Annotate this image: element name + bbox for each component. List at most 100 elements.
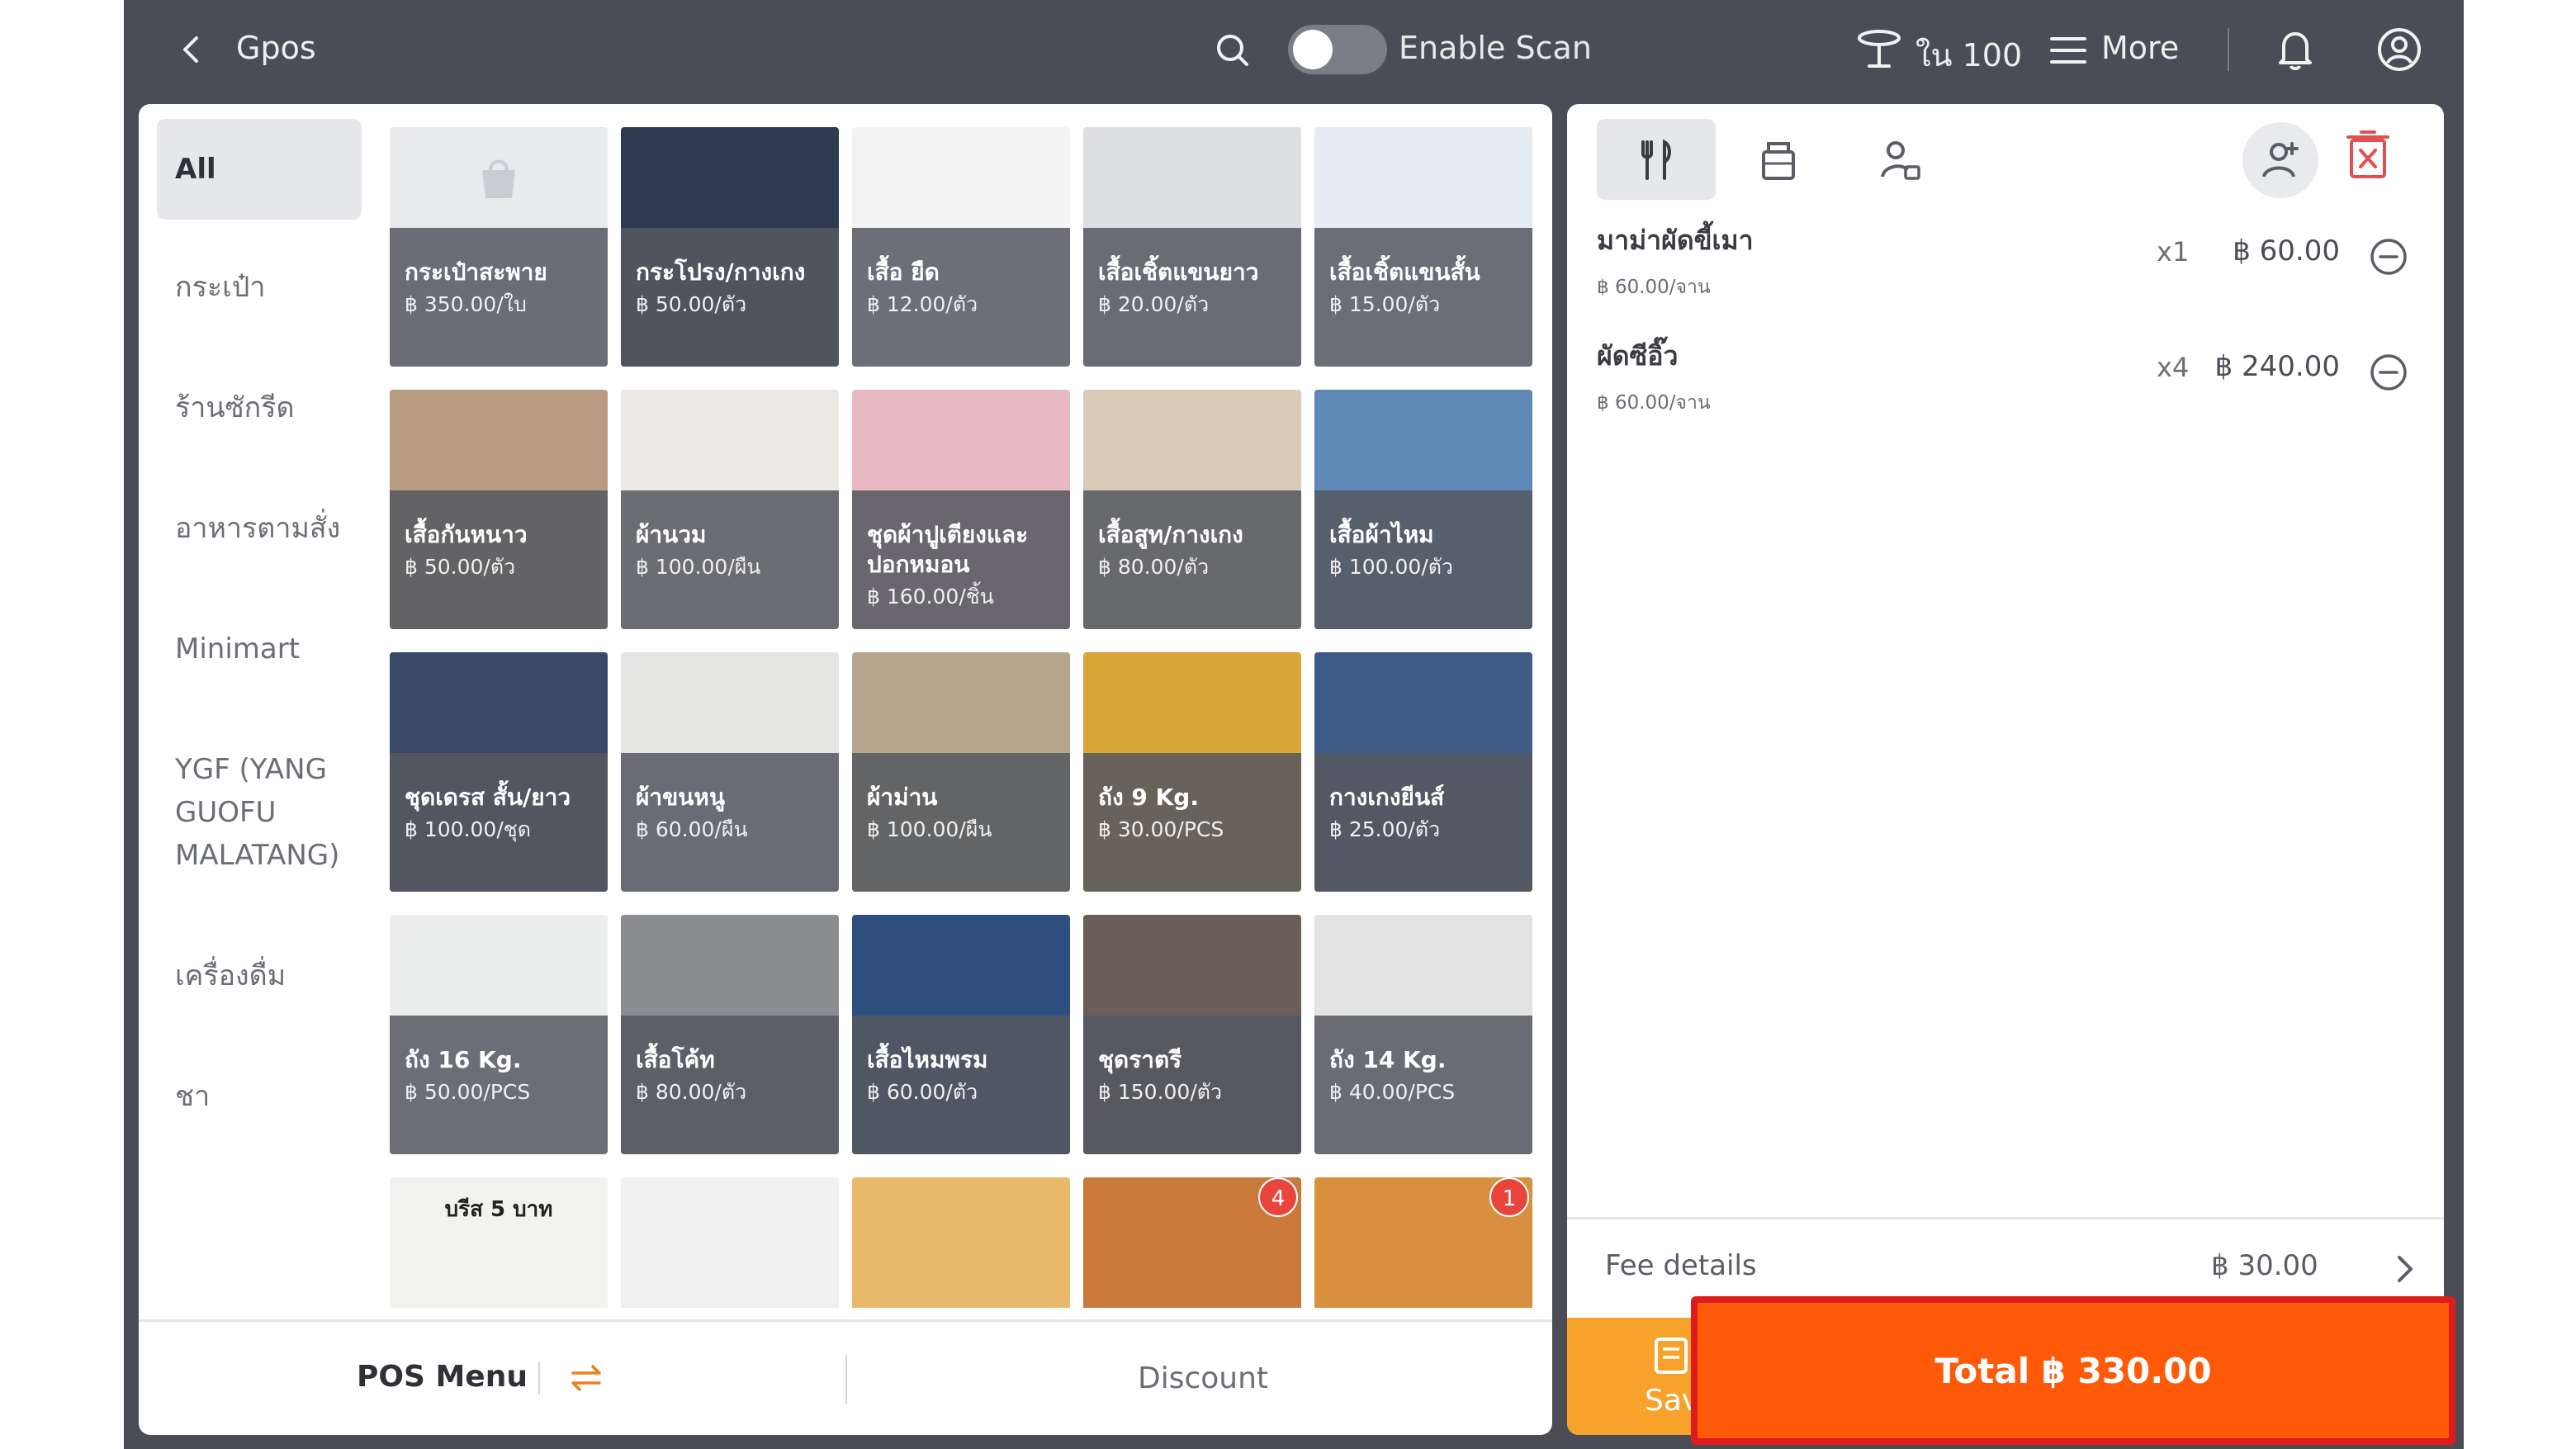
category-item[interactable]: Minimart xyxy=(157,627,362,670)
fork-knife-icon xyxy=(1641,139,1671,180)
add-customer-button[interactable] xyxy=(2242,122,2318,198)
item-quantity: x4 xyxy=(2157,352,2190,383)
product-name: เสื้อโค้ท xyxy=(636,1046,715,1073)
enable-scan-toggle[interactable] xyxy=(1288,25,1387,74)
bell-icon[interactable] xyxy=(2274,26,2317,73)
product-price: ฿ 150.00/ตัว xyxy=(1098,1080,1223,1104)
product-tile[interactable]: ถัง 16 Kg. ฿ 50.00/PCS xyxy=(390,915,608,1154)
fee-label: Fee details xyxy=(1605,1249,1757,1282)
item-name: ผัดซีอิ๊ว xyxy=(1597,340,1679,372)
product-price: ฿ 100.00/ผืน xyxy=(867,817,992,841)
product-tile[interactable] xyxy=(852,1177,1070,1308)
product-info-overlay: เสื้อผ้าไหม฿ 100.00/ตัว xyxy=(1314,490,1532,629)
product-tile[interactable]: ชุดผ้าปูเตียงและปอกหมอน฿ 160.00/ชิ้น xyxy=(852,390,1070,629)
product-info-overlay: ชุดผ้าปูเตียงและปอกหมอน฿ 160.00/ชิ้น xyxy=(852,490,1070,629)
pos-menu-label[interactable]: POS Menu xyxy=(357,1360,528,1394)
category-list: All กระเป๋า ร้านซักรีด อาหารตามสั่ง Mini… xyxy=(139,104,386,1318)
product-name: กระเป๋าสะพาย xyxy=(405,258,547,286)
product-tile[interactable]: 4 xyxy=(1083,1177,1301,1308)
product-tile[interactable]: เสื้อสูท/กางเกง฿ 80.00/ตัว xyxy=(1083,390,1301,629)
product-image xyxy=(621,1177,839,1308)
top-bar: Gpos Enable Scan ใน 100 More xyxy=(124,0,2464,101)
delete-order-icon[interactable] xyxy=(2343,129,2393,182)
category-item[interactable]: กระเป๋า xyxy=(157,266,362,309)
product-tile[interactable]: 1 xyxy=(1314,1177,1532,1308)
product-tile[interactable]: กางเกงยีนส์฿ 25.00/ตัว xyxy=(1314,652,1532,892)
product-name: ผ้าม่าน xyxy=(867,784,938,811)
product-tile[interactable]: กระเป๋าสะพาย฿ 350.00/ใบ xyxy=(390,127,608,367)
quantity-badge: 1 xyxy=(1489,1177,1529,1217)
app-frame: Gpos Enable Scan ใน 100 More All กระเป๋า… xyxy=(124,0,2464,1449)
product-price: ฿ 350.00/ใบ xyxy=(405,292,527,316)
product-tile[interactable]: เสื้อไหมพรม฿ 60.00/ตัว xyxy=(852,915,1070,1154)
product-name: เสื้อกันหนาว xyxy=(405,521,528,548)
product-name: ถัง 9 Kg. xyxy=(1098,784,1199,811)
product-name: ชุดเดรส สั้น/ยาว xyxy=(405,784,571,811)
product-info-overlay: เสื้อ ยืด฿ 12.00/ตัว xyxy=(852,228,1070,367)
category-item[interactable]: เครื่องดื่ม xyxy=(157,954,362,997)
product-name: เสื้อเชิ้ตแขนสั้น xyxy=(1329,258,1480,286)
search-icon[interactable] xyxy=(1212,30,1253,71)
swap-arrows-icon[interactable] xyxy=(568,1360,604,1396)
item-unit-price: ฿ 60.00/จาน xyxy=(1597,277,1711,298)
product-info-overlay: กางเกงยีนส์฿ 25.00/ตัว xyxy=(1314,753,1532,892)
product-tile[interactable]: เสื้อกันหนาว฿ 50.00/ตัว xyxy=(390,390,608,629)
tab-takeaway[interactable] xyxy=(1719,119,1838,200)
toggle-knob xyxy=(1293,30,1333,69)
product-info-overlay: เสื้อโค้ท฿ 80.00/ตัว xyxy=(621,1016,839,1154)
product-tile[interactable]: ถัง 9 Kg. ฿ 30.00/PCS xyxy=(1083,652,1301,892)
product-tile[interactable]: เสื้อ ยืด฿ 12.00/ตัว xyxy=(852,127,1070,367)
table-label[interactable]: ใน 100 xyxy=(1915,30,2022,80)
product-tile[interactable]: เสื้อเชิ้ตแขนสั้น฿ 15.00/ตัว xyxy=(1314,127,1532,367)
category-item[interactable]: อาหารตามสั่ง xyxy=(157,507,362,550)
product-name: ชุดผ้าปูเตียงและปอกหมอน xyxy=(867,521,1029,578)
product-info-overlay: เสื้อเชิ้ตแขนสั้น฿ 15.00/ตัว xyxy=(1314,228,1532,367)
tab-dine-in[interactable] xyxy=(1597,119,1716,200)
minus-circle-icon[interactable] xyxy=(2370,238,2408,276)
product-info-overlay: ชุดเดรส สั้น/ยาว฿ 100.00/ชุด xyxy=(390,753,608,892)
takeaway-bag-icon xyxy=(1762,142,1795,180)
category-item[interactable]: ชา xyxy=(157,1075,362,1118)
menu-icon[interactable] xyxy=(2049,35,2087,66)
product-price: ฿ 100.00/ชุด xyxy=(405,817,531,841)
product-info-overlay: ผ้านวม฿ 100.00/ผืน xyxy=(621,490,839,629)
table-icon[interactable] xyxy=(1856,28,1902,71)
category-item[interactable]: YGF (YANG GUOFU MALATANG) xyxy=(157,748,362,877)
product-tile[interactable]: ถัง 14 Kg. ฿ 40.00/PCS xyxy=(1314,915,1532,1154)
product-tile[interactable]: ผ้านวม฿ 100.00/ผืน xyxy=(621,390,839,629)
order-line-item[interactable]: มาม่าผัดขี้เมา ฿ 60.00/จาน x1 ฿ 60.00 xyxy=(1597,220,2422,319)
enable-scan-label: Enable Scan xyxy=(1399,30,1592,66)
product-price: ฿ 60.00/ตัว xyxy=(867,1080,978,1104)
user-account-icon[interactable] xyxy=(2376,26,2422,73)
product-price: ฿ 12.00/ตัว xyxy=(867,292,978,316)
product-tile[interactable]: เสื้อเชิ้ตแขนยาว฿ 20.00/ตัว xyxy=(1083,127,1301,367)
total-checkout-button[interactable]: Total ฿ 330.00 xyxy=(1691,1296,2455,1445)
product-tile[interactable]: ชุดเดรส สั้น/ยาว฿ 100.00/ชุด xyxy=(390,652,608,892)
discount-button[interactable]: Discount xyxy=(1138,1361,1268,1395)
product-tile[interactable]: ชุดราตรี฿ 150.00/ตัว xyxy=(1083,915,1301,1154)
category-all[interactable]: All xyxy=(157,119,362,220)
minus-circle-icon[interactable] xyxy=(2370,353,2408,391)
category-item[interactable]: ร้านซักรีด xyxy=(157,386,362,429)
product-tile[interactable]: กระโปรง/กางเกง฿ 50.00/ตัว xyxy=(621,127,839,367)
divider xyxy=(538,1361,540,1395)
product-tile[interactable]: เสื้อผ้าไหม฿ 100.00/ตัว xyxy=(1314,390,1532,629)
tab-delivery[interactable] xyxy=(1841,119,1960,200)
product-tile[interactable]: เสื้อโค้ท฿ 80.00/ตัว xyxy=(621,915,839,1154)
bag-placeholder-icon xyxy=(482,159,515,198)
product-tile[interactable]: ผ้าม่าน฿ 100.00/ผืน xyxy=(852,652,1070,892)
product-image-text: บรีส 5 บาท xyxy=(444,1197,553,1222)
back-arrow-icon[interactable] xyxy=(173,31,210,68)
fee-details-row[interactable]: Fee details ฿ 30.00 xyxy=(1567,1217,2444,1305)
product-info-overlay: เสื้อเชิ้ตแขนยาว฿ 20.00/ตัว xyxy=(1083,228,1301,367)
product-tile[interactable] xyxy=(621,1177,839,1308)
product-price: ฿ 30.00/PCS xyxy=(1098,817,1224,841)
more-label[interactable]: More xyxy=(2101,30,2179,66)
item-name: มาม่าผัดขี้เมา xyxy=(1597,225,1754,256)
product-price: ฿ 100.00/ตัว xyxy=(1329,555,1454,579)
product-name: เสื้อ ยืด xyxy=(867,258,940,286)
product-tile[interactable]: บรีส 5 บาท xyxy=(390,1177,608,1308)
order-line-item[interactable]: ผัดซีอิ๊ว ฿ 60.00/จาน x4 ฿ 240.00 xyxy=(1597,335,2422,434)
product-price: ฿ 100.00/ผืน xyxy=(636,555,761,579)
product-tile[interactable]: ผ้าขนหนู฿ 60.00/ผืน xyxy=(621,652,839,892)
